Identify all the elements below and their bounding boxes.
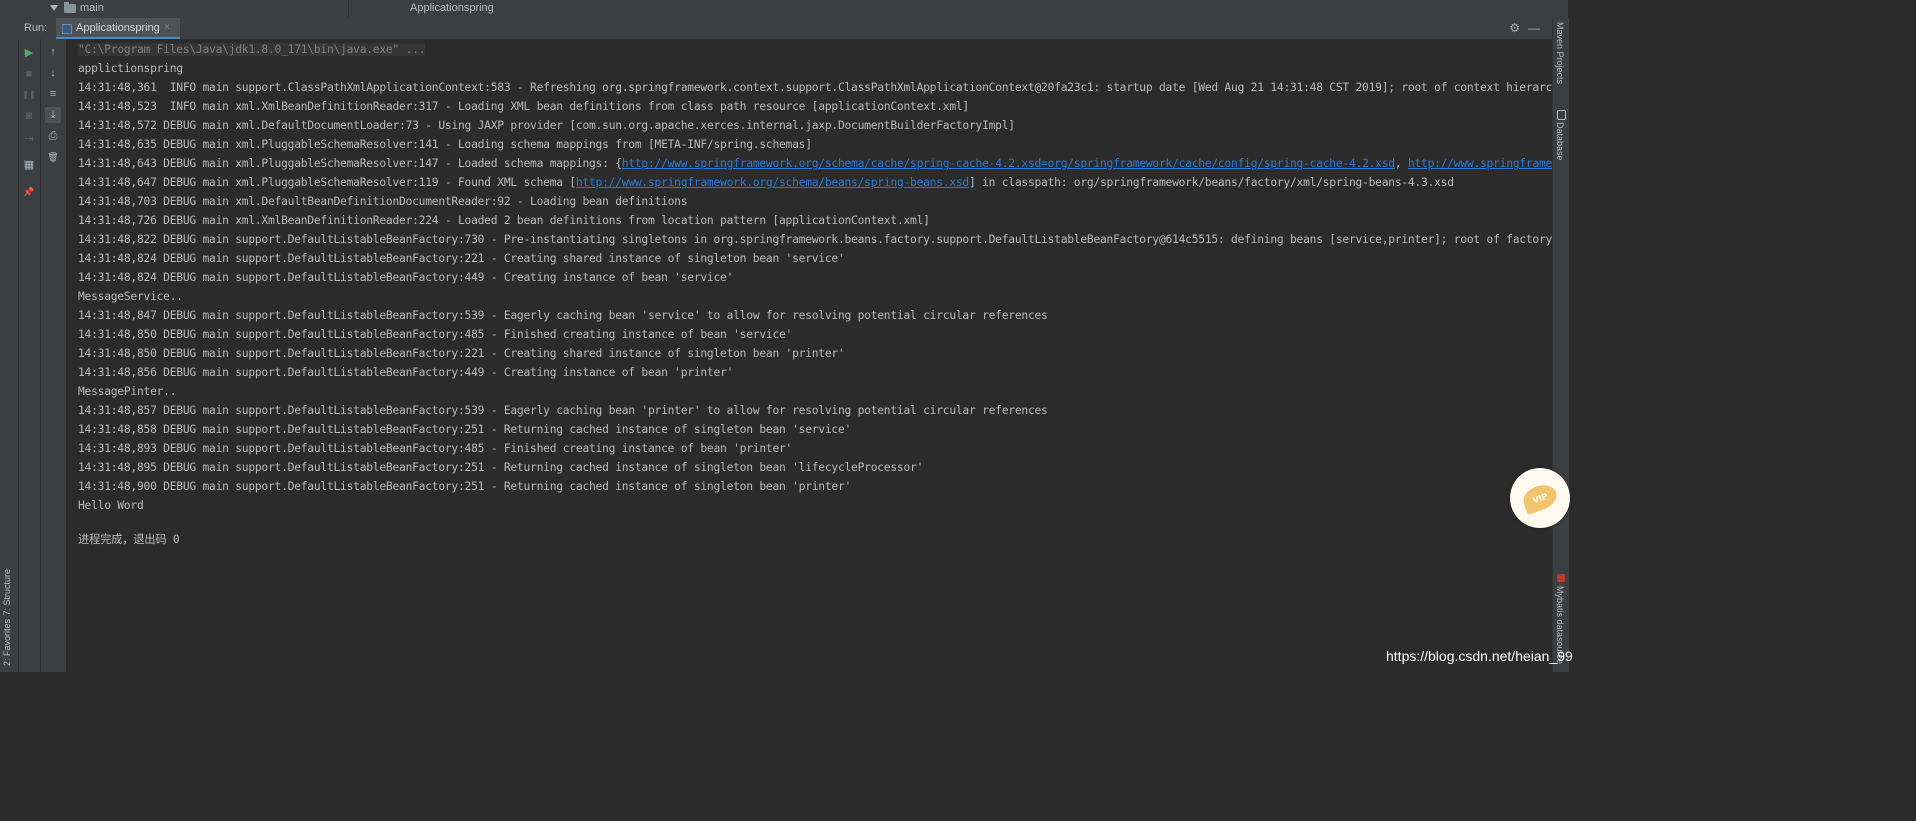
console-line: 14:31:48,361 INFO main support.ClassPath… bbox=[78, 81, 1552, 94]
console-text: 14:31:48,643 DEBUG main xml.PluggableSch… bbox=[78, 157, 622, 170]
pin-icon[interactable]: 📌 bbox=[21, 184, 37, 200]
print-icon[interactable]: ⎙ bbox=[45, 128, 61, 144]
database-tab[interactable]: Database bbox=[1555, 122, 1565, 161]
camera-icon[interactable]: ◙ bbox=[21, 108, 37, 124]
project-tree-strip: main Applicationspring bbox=[0, 0, 1568, 19]
console-line: 14:31:48,703 DEBUG main xml.DefaultBeanD… bbox=[78, 195, 688, 208]
console-line: applictionspring bbox=[78, 62, 183, 75]
console-line: 14:31:48,635 DEBUG main xml.PluggableSch… bbox=[78, 138, 812, 151]
schema-link[interactable]: http://www.springframework.org/schema/be… bbox=[576, 176, 969, 189]
console-text: 14:31:48,647 DEBUG main xml.PluggableSch… bbox=[78, 176, 576, 189]
right-tool-strip: Maven Projects Database Mybatis datasour… bbox=[1552, 18, 1569, 672]
editor-tab-title[interactable]: Applicationspring bbox=[410, 2, 494, 14]
console-line-schema-mappings: 14:31:48,643 DEBUG main xml.PluggableSch… bbox=[78, 157, 1552, 170]
console-line: 14:31:48,850 DEBUG main support.DefaultL… bbox=[78, 347, 845, 360]
console-line: 14:31:48,900 DEBUG main support.DefaultL… bbox=[78, 480, 852, 493]
mybatis-icon bbox=[1557, 574, 1565, 582]
stop-icon[interactable]: ■ bbox=[21, 66, 37, 82]
console-text: , bbox=[1394, 157, 1408, 170]
console-line: 14:31:48,858 DEBUG main support.DefaultL… bbox=[78, 423, 852, 436]
chevron-down-icon[interactable] bbox=[50, 5, 58, 11]
run-config-tab[interactable]: Applicationspring × bbox=[56, 18, 180, 39]
console-line: 14:31:48,824 DEBUG main support.DefaultL… bbox=[78, 271, 734, 284]
database-icon bbox=[1557, 110, 1566, 120]
run-label: Run: bbox=[24, 22, 48, 34]
console-line-found-schema: 14:31:48,647 DEBUG main xml.PluggableSch… bbox=[78, 176, 1454, 189]
exit-message: 进程完成，退出码 0 bbox=[78, 533, 180, 546]
console-line: 14:31:48,893 DEBUG main support.DefaultL… bbox=[78, 442, 793, 455]
favorites-tab[interactable]: 2: Favorites bbox=[2, 619, 12, 666]
tree-node-label[interactable]: main bbox=[80, 2, 104, 14]
close-icon[interactable]: × bbox=[164, 22, 170, 33]
schema-link[interactable]: http://www.springframework.org/schema/ca… bbox=[622, 157, 1395, 170]
console-line: 14:31:48,523 INFO main xml.XmlBeanDefini… bbox=[78, 100, 969, 113]
command-line: "C:\Program Files\Java\jdk1.8.0_171\bin\… bbox=[78, 43, 426, 56]
maven-projects-tab[interactable]: Maven Projects bbox=[1555, 22, 1565, 84]
gear-icon[interactable]: ⚙ bbox=[1509, 21, 1520, 35]
console-line: Hello Word bbox=[78, 499, 144, 512]
down-arrow-icon[interactable]: ↓ bbox=[45, 65, 61, 81]
console-line: MessageService.. bbox=[78, 290, 183, 303]
run-toolbar: Run: Applicationspring × ⚙ — bbox=[0, 18, 1552, 40]
run-tab-label: Applicationspring bbox=[76, 22, 160, 34]
run-config-icon bbox=[62, 24, 72, 34]
console-line: 14:31:48,857 DEBUG main support.DefaultL… bbox=[78, 404, 1048, 417]
console-line: 14:31:48,824 DEBUG main support.DefaultL… bbox=[78, 252, 845, 265]
exit-icon[interactable]: ⇥ bbox=[21, 130, 37, 146]
console-line: 14:31:48,822 DEBUG main support.DefaultL… bbox=[78, 233, 1552, 246]
layout-icon[interactable]: ▦ bbox=[21, 156, 37, 172]
play-icon[interactable]: ▶ bbox=[21, 44, 37, 60]
soft-wrap-icon[interactable]: ≡ bbox=[45, 86, 61, 102]
console-line: 14:31:48,895 DEBUG main support.DefaultL… bbox=[78, 461, 924, 474]
console-output[interactable]: "C:\Program Files\Java\jdk1.8.0_171\bin\… bbox=[66, 39, 1552, 672]
watermark: https://blog.csdn.net/heian_99 bbox=[1386, 648, 1573, 664]
folder-icon bbox=[64, 2, 76, 13]
schema-link[interactable]: http://www.springframework.org/schema/ bbox=[1408, 157, 1552, 170]
console-line: 14:31:48,572 DEBUG main xml.DefaultDocum… bbox=[78, 119, 1015, 132]
run-controls-secondary: ↑ ↓ ≡ ⤓ ⎙ 🗑 bbox=[41, 39, 67, 672]
up-arrow-icon[interactable]: ↑ bbox=[45, 44, 61, 60]
left-tool-strip: 7: Structure 2: Favorites bbox=[0, 39, 19, 672]
structure-tab[interactable]: 7: Structure bbox=[2, 569, 12, 616]
console-line: 14:31:48,726 DEBUG main xml.XmlBeanDefin… bbox=[78, 214, 930, 227]
trash-icon[interactable]: 🗑 bbox=[45, 149, 61, 165]
console-text: ] in classpath: org/springframework/bean… bbox=[968, 176, 1454, 189]
minimize-icon[interactable]: — bbox=[1528, 21, 1540, 35]
console-line: 14:31:48,847 DEBUG main support.DefaultL… bbox=[78, 309, 1048, 322]
vip-bird-icon: VIP bbox=[1519, 480, 1561, 516]
console-line: 14:31:48,850 DEBUG main support.DefaultL… bbox=[78, 328, 793, 341]
scroll-to-end-icon[interactable]: ⤓ bbox=[45, 107, 61, 123]
pause-icon[interactable]: ❚❚ bbox=[21, 86, 37, 102]
console-line: MessagePinter.. bbox=[78, 385, 177, 398]
project-tree-row[interactable]: main bbox=[0, 0, 349, 18]
console-line: 14:31:48,856 DEBUG main support.DefaultL… bbox=[78, 366, 734, 379]
run-controls-primary: ▶ ■ ❚❚ ◙ ⇥ ▦ 📌 bbox=[19, 39, 40, 672]
vip-badge[interactable]: VIP bbox=[1510, 468, 1570, 528]
